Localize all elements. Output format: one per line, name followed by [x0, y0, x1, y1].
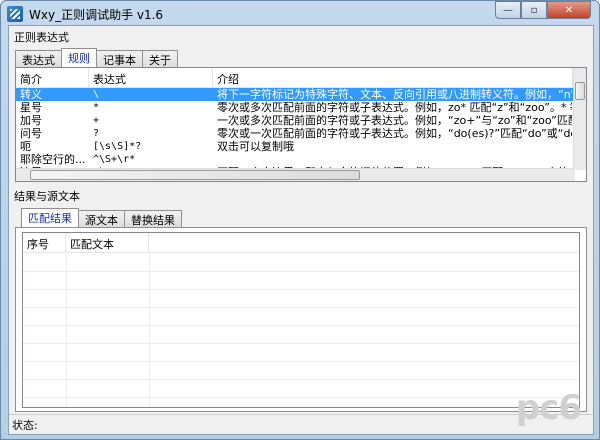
table-row[interactable]: 转义 \ 将下一字符标记为特殊字符、文本、反向引用或八进制转义符。例如，“n”匹配: [16, 88, 586, 101]
column-header-name[interactable]: 简介: [16, 68, 89, 87]
column-header-match-text[interactable]: 匹配文本: [66, 233, 149, 252]
client-area: 正则表达式 表达式 规则 记事本 关于 简介 表达式 介绍 转义 \ 将下一字符标记…: [8, 25, 594, 435]
tab-expression[interactable]: 表达式: [15, 50, 62, 67]
vertical-scrollbar[interactable]: [573, 68, 586, 170]
tab-rules[interactable]: 规则: [61, 48, 97, 67]
maximize-button[interactable]: ▫: [521, 1, 547, 19]
table-row[interactable]: 星号 * 零次或多次匹配前面的字符或子表达式。例如，zo* 匹配“z”和“zoo”。…: [16, 101, 586, 114]
rules-list[interactable]: 简介 表达式 介绍 转义 \ 将下一字符标记为特殊字符、文本、反向引用或八进制转义符…: [15, 67, 587, 182]
watermark-logo: pc6: [515, 388, 582, 428]
table-row[interactable]: 问号? 零次或一次匹配前面的字符或子表达式。例如，“do(es)?”匹配“do”或…: [16, 127, 586, 140]
cell-expression: \: [93, 89, 100, 100]
regex-group-label: 正则表达式: [14, 31, 69, 44]
cell-expression: *: [93, 102, 100, 113]
horizontal-scrollbar[interactable]: [16, 168, 575, 181]
table-row[interactable]: 加号 + 一次或多次匹配前面的字符或子表达式。例如，“zo+”与“zo”和“zoo”…: [16, 114, 586, 127]
column-header-description[interactable]: 介绍: [213, 68, 573, 87]
tab-source-text[interactable]: 源文本: [78, 210, 125, 227]
title-bar: Wxy_正则调试助手 v1.6: [7, 4, 163, 24]
table-row[interactable]: 呃 [\s\S]*? 双击可以复制哦: [16, 140, 586, 153]
minimize-button[interactable]: —: [495, 1, 521, 19]
column-header-index[interactable]: 序号: [23, 233, 66, 252]
tab-replace-results[interactable]: 替换结果: [124, 210, 182, 227]
status-bar: 状态:: [9, 414, 593, 434]
cell-expression: ^\S+\r*: [93, 154, 136, 165]
cell-description: 一次或多次匹配前面的字符或子表达式。例如，“zo+”与“zo”和“zoo”匹配: [217, 114, 573, 127]
cell-name: 耶除空行的...: [20, 153, 86, 166]
cell-description: 零次或多次匹配前面的字符或子表达式。例如，zo* 匹配“z”和“zoo”。* 等…: [217, 101, 573, 114]
cell-description: [213, 153, 573, 166]
window-title: Wxy_正则调试助手 v1.6: [29, 7, 164, 22]
cell-name: 呃: [20, 140, 31, 153]
tab-about[interactable]: 关于: [142, 50, 178, 67]
tab-notepad[interactable]: 记事本: [96, 50, 143, 67]
app-icon: [7, 6, 23, 22]
cell-expression: ?: [93, 128, 100, 139]
app-window: Wxy_正则调试助手 v1.6 — ▫ ✕ 正则表达式 表达式 规则 记事本 关…: [0, 0, 600, 440]
regex-tabs: 表达式 规则 记事本 关于: [15, 48, 178, 67]
cell-description: 零次或一次匹配前面的字符或子表达式。例如，“do(es)?”匹配“do”或“do…: [217, 127, 573, 140]
result-panel: 序号 匹配文本: [15, 227, 587, 412]
cell-name: 转义: [20, 88, 42, 101]
tab-match-results[interactable]: 匹配结果: [21, 208, 79, 227]
match-results-list[interactable]: 序号 匹配文本: [22, 232, 580, 408]
close-button[interactable]: ✕: [547, 1, 591, 19]
status-label: 状态:: [12, 418, 38, 432]
cell-description: 将下一字符标记为特殊字符、文本、反向引用或八进制转义符。例如，“n”匹配: [217, 88, 573, 101]
cell-expression: +: [93, 115, 100, 126]
cell-expression: [\s\S]*?: [93, 141, 142, 152]
table-row[interactable]: 耶除空行的... ^\S+\r*: [16, 153, 586, 166]
column-header-expression[interactable]: 表达式: [89, 68, 213, 87]
cell-name: 星号: [20, 101, 42, 114]
result-tabs: 匹配结果 源文本 替换结果: [21, 208, 182, 227]
cell-name: 加号: [20, 114, 42, 127]
cell-description: 双击可以复制哦: [217, 140, 294, 153]
result-group-label: 结果与源文本: [14, 190, 80, 203]
cell-name: 问号: [20, 127, 42, 140]
